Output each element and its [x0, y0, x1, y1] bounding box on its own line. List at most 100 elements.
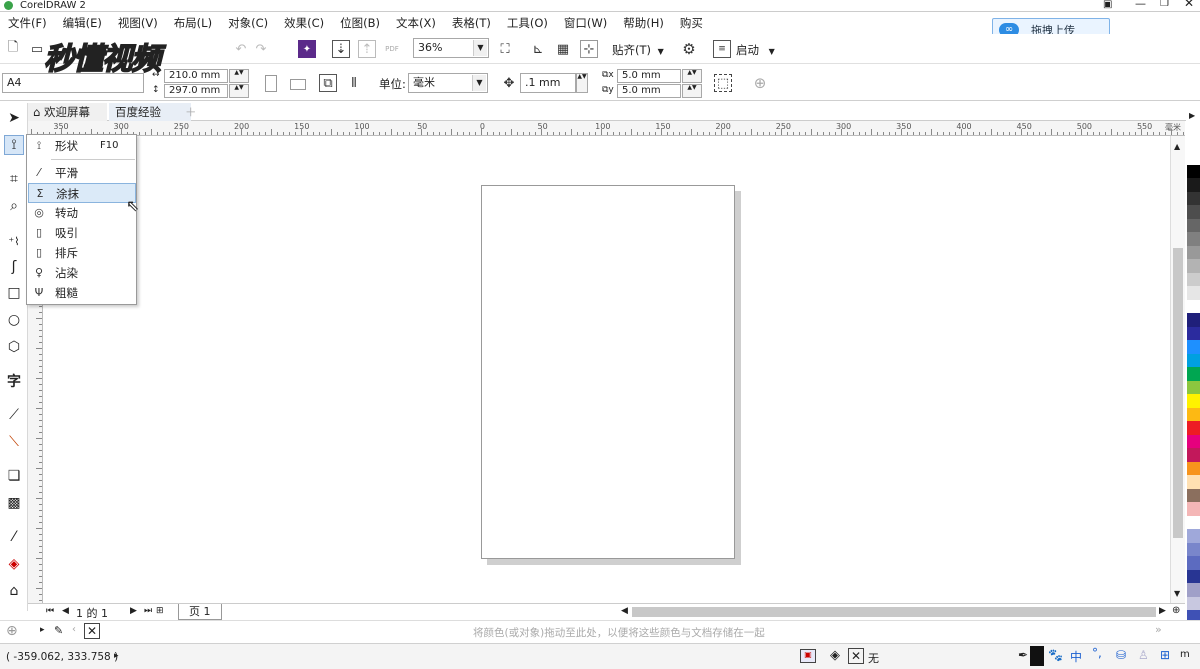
first-page-icon[interactable]: ⏮: [46, 606, 54, 616]
eyedropper-icon[interactable]: ⁄: [4, 527, 24, 547]
color-swatch[interactable]: [1187, 461, 1200, 476]
dup-y-spinner[interactable]: ▲▼: [682, 84, 702, 98]
transparency-icon[interactable]: ▩: [4, 493, 24, 513]
menu-item-1[interactable]: 编辑(E): [55, 12, 110, 34]
color-swatch[interactable]: [1187, 380, 1200, 395]
next-page-icon[interactable]: ▶: [130, 606, 137, 616]
full-screen-icon[interactable]: ⛶: [496, 40, 514, 58]
menu-item-6[interactable]: 位图(B): [332, 12, 388, 34]
flyout-item-2[interactable]: Σ 涂抹: [28, 183, 136, 203]
palette-menu-icon[interactable]: ▸: [40, 625, 45, 635]
menu-item-8[interactable]: 表格(T): [444, 12, 499, 34]
fill-none-swatch[interactable]: ✕: [848, 648, 864, 664]
page-width-input[interactable]: 210.0 mm: [164, 69, 228, 83]
ime-paw-icon[interactable]: 🐾: [1048, 648, 1063, 662]
flyout-item-4[interactable]: ▯ 吸引: [28, 223, 136, 243]
add-icon[interactable]: ⊕: [751, 74, 769, 92]
last-page-icon[interactable]: ⏭: [144, 606, 152, 616]
artistic-media-icon[interactable]: ʃ: [4, 257, 24, 277]
interactive-fill-icon[interactable]: ◈: [4, 554, 24, 574]
horizontal-scroll-thumb[interactable]: [632, 607, 1156, 617]
color-swatch[interactable]: [1187, 245, 1200, 260]
snap-dropdown[interactable]: 贴齐(T) ▼: [612, 42, 664, 58]
height-spinner[interactable]: ▲▼: [229, 84, 249, 98]
menu-item-5[interactable]: 效果(C): [276, 12, 332, 34]
color-swatch[interactable]: [1187, 164, 1200, 179]
scroll-down-icon[interactable]: ▼: [1174, 589, 1180, 598]
pdf-icon[interactable]: PDF: [383, 40, 401, 58]
polygon-tool-icon[interactable]: ⬡: [4, 337, 24, 357]
minimize-icon[interactable]: —: [1135, 0, 1146, 9]
vertical-scroll-thumb[interactable]: [1173, 248, 1183, 538]
dup-x-spinner[interactable]: ▲▼: [682, 69, 702, 83]
color-swatch[interactable]: [1187, 502, 1200, 517]
crop-tool-icon[interactable]: ⌗: [4, 169, 24, 189]
ime-punct-icon[interactable]: °,: [1092, 646, 1102, 660]
guidelines-icon[interactable]: ⊹: [580, 40, 598, 58]
no-color-swatch[interactable]: ✕: [84, 623, 100, 639]
color-swatch[interactable]: [1187, 529, 1200, 544]
flyout-item-0[interactable]: ⟟ 形状 F10: [28, 136, 136, 156]
duplicate-x-input[interactable]: 5.0 mm: [617, 69, 681, 83]
color-swatch[interactable]: [1187, 475, 1200, 490]
landscape-button[interactable]: [290, 79, 306, 90]
color-swatch[interactable]: [1187, 218, 1200, 233]
nudge-input[interactable]: .1 mm: [520, 73, 576, 93]
drop-shadow-icon[interactable]: ❏: [4, 466, 24, 486]
menu-item-2[interactable]: 视图(V): [110, 12, 166, 34]
color-swatch[interactable]: [1187, 394, 1200, 409]
zoom-tool-icon[interactable]: ⌕: [4, 196, 24, 216]
menu-item-12[interactable]: 购买: [672, 12, 711, 34]
restore-icon[interactable]: ❐: [1160, 0, 1169, 9]
color-swatch[interactable]: [1187, 191, 1200, 206]
user-icon[interactable]: ▣: [1103, 0, 1112, 10]
text-tool-icon[interactable]: 字: [4, 371, 24, 391]
color-proof-icon[interactable]: ▣: [800, 649, 816, 663]
flyout-item-6[interactable]: ♀ 沾染: [28, 263, 136, 283]
new-document-icon[interactable]: 🗋: [4, 40, 22, 58]
rulers-icon[interactable]: ⊾: [529, 40, 547, 58]
outline-color-swatch[interactable]: [1030, 646, 1044, 666]
undo-icon[interactable]: ↶: [232, 40, 250, 58]
new-tab-icon[interactable]: ＋: [179, 103, 203, 121]
close-icon[interactable]: ✕: [1184, 0, 1194, 9]
document-page[interactable]: [481, 185, 735, 559]
color-swatch[interactable]: [1187, 178, 1200, 193]
outline-pen-icon[interactable]: ✒: [1018, 648, 1028, 662]
color-swatch[interactable]: [1187, 515, 1200, 530]
menu-item-11[interactable]: 帮助(H): [615, 12, 672, 34]
color-swatch[interactable]: [1187, 340, 1200, 355]
status-menu-icon[interactable]: ▸: [114, 651, 119, 661]
horizontal-ruler[interactable]: 350 300 250 200 150 100 50 0 50 100 150 200 250 300 35…: [28, 121, 1185, 136]
flyout-item-7[interactable]: Ψ 粗糙: [28, 283, 136, 303]
palette-scroll-left-icon[interactable]: ‹: [72, 624, 76, 635]
color-swatch[interactable]: [1187, 596, 1200, 611]
tab-welcome[interactable]: ⌂ 欢迎屏幕: [27, 103, 107, 121]
color-swatch[interactable]: [1187, 232, 1200, 247]
grid-icon[interactable]: ▦: [554, 40, 572, 58]
menu-item-3[interactable]: 布局(L): [166, 12, 220, 34]
color-swatch[interactable]: [1187, 259, 1200, 274]
tab-page-1[interactable]: 页 1: [178, 604, 222, 620]
add-page-icon[interactable]: ⊞: [156, 606, 164, 616]
scroll-left-icon[interactable]: ◀: [621, 606, 628, 616]
color-swatch[interactable]: [1187, 583, 1200, 598]
color-swatch[interactable]: [1187, 205, 1200, 220]
duplicate-y-input[interactable]: 5.0 mm: [617, 84, 681, 98]
ellipse-tool-icon[interactable]: ○: [4, 310, 24, 330]
launch-icon[interactable]: ≡: [713, 40, 731, 58]
flyout-item-3[interactable]: ◎ 转动: [28, 203, 136, 223]
color-swatch[interactable]: [1187, 367, 1200, 382]
options-gear-icon[interactable]: ⚙: [680, 40, 698, 58]
eyedropper-small-icon[interactable]: ✎: [54, 624, 63, 637]
vertical-scrollbar[interactable]: ▲ ▼: [1170, 136, 1185, 603]
launch-dropdown[interactable]: 启动 ▼: [736, 42, 775, 58]
zoom-select[interactable]: 36% ▼: [413, 38, 489, 58]
color-swatch[interactable]: [1187, 313, 1200, 328]
flyout-item-1[interactable]: ⁄ 平滑: [28, 163, 136, 183]
all-pages-icon[interactable]: ⧉: [319, 74, 337, 92]
palette-flyout-icon[interactable]: ▶: [1189, 111, 1195, 120]
smart-fill-icon[interactable]: ⌂: [4, 581, 24, 601]
menu-item-7[interactable]: 文本(X): [388, 12, 444, 34]
width-spinner[interactable]: ▲▼: [229, 69, 249, 83]
